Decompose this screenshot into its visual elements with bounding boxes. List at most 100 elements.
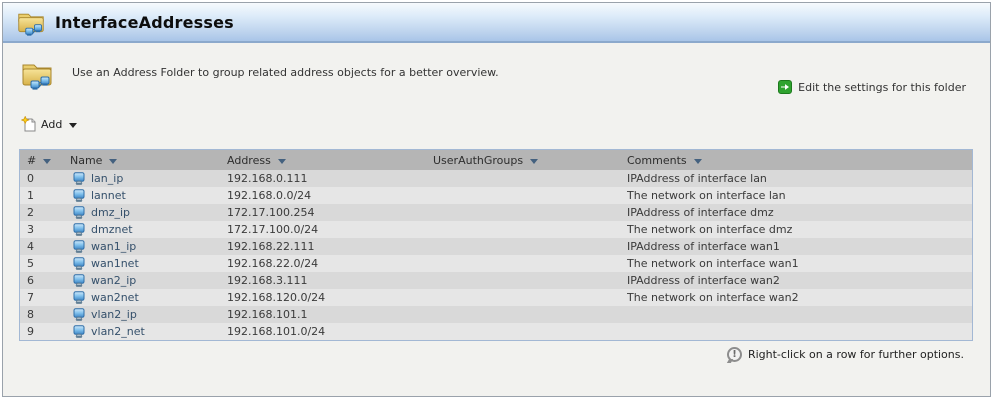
table-row[interactable]: 9 vlan2_net 192.168.101.0/24 bbox=[20, 323, 972, 340]
address-table-body: 0 lan_ip 192.168.0.111 IPAddress of inte… bbox=[20, 170, 972, 340]
edit-folder-settings-link[interactable]: Edit the settings for this folder bbox=[778, 80, 966, 94]
row-name: lannet bbox=[91, 189, 126, 202]
row-index: 4 bbox=[27, 240, 34, 253]
host-address-icon bbox=[73, 239, 85, 254]
row-comments: The network on interface lan bbox=[627, 189, 786, 202]
column-header-name[interactable]: Name bbox=[65, 150, 227, 170]
row-name-cell[interactable]: vlan2_net bbox=[65, 324, 227, 339]
row-address: 192.168.120.0/24 bbox=[227, 291, 326, 304]
row-name-cell[interactable]: wan2_ip bbox=[65, 273, 227, 288]
row-address: 192.168.0.111 bbox=[227, 172, 308, 185]
sort-down-icon[interactable] bbox=[109, 159, 118, 164]
column-header-name-label: Name bbox=[70, 153, 103, 167]
row-name: vlan2_net bbox=[91, 325, 145, 338]
column-header-num[interactable]: # bbox=[20, 150, 65, 170]
row-address: 192.168.0.0/24 bbox=[227, 189, 312, 202]
row-name-cell[interactable]: lan_ip bbox=[65, 171, 227, 186]
chevron-down-icon bbox=[69, 122, 78, 128]
interface-addresses-window: InterfaceAddresses Use an Address Folder… bbox=[2, 2, 991, 397]
row-address: 192.168.3.111 bbox=[227, 274, 308, 287]
row-name-cell[interactable]: dmz_ip bbox=[65, 205, 227, 220]
row-index: 9 bbox=[27, 325, 34, 338]
row-address: 192.168.101.0/24 bbox=[227, 325, 326, 338]
column-header-comments[interactable]: Comments bbox=[627, 150, 972, 170]
row-address: 192.168.22.111 bbox=[227, 240, 315, 253]
row-index: 2 bbox=[27, 206, 34, 219]
folder-network-icon bbox=[16, 8, 46, 37]
column-header-address[interactable]: Address bbox=[227, 150, 433, 170]
row-index: 3 bbox=[27, 223, 34, 236]
row-comments: IPAddress of interface dmz bbox=[627, 206, 774, 219]
table-row[interactable]: 4 wan1_ip 192.168.22.111 IPAddress of in… bbox=[20, 238, 972, 255]
table-row[interactable]: 2 dmz_ip 172.17.100.254 IPAddress of int… bbox=[20, 204, 972, 221]
sort-down-icon[interactable] bbox=[43, 159, 52, 164]
row-comments: IPAddress of interface wan2 bbox=[627, 274, 780, 287]
table-row[interactable]: 3 dmznet 172.17.100.0/24 The network on … bbox=[20, 221, 972, 238]
add-button[interactable]: Add bbox=[20, 115, 78, 132]
row-name: vlan2_ip bbox=[91, 308, 137, 321]
add-button-label: Add bbox=[41, 117, 63, 131]
sort-down-icon[interactable] bbox=[693, 159, 702, 164]
row-index: 1 bbox=[27, 189, 34, 202]
host-address-icon bbox=[73, 307, 85, 322]
row-name: dmznet bbox=[91, 223, 133, 236]
info-icon: ! bbox=[726, 347, 742, 362]
row-comments: IPAddress of interface lan bbox=[627, 172, 767, 185]
row-name-cell[interactable]: vlan2_ip bbox=[65, 307, 227, 322]
row-address: 192.168.22.0/24 bbox=[227, 257, 319, 270]
table-row[interactable]: 8 vlan2_ip 192.168.101.1 bbox=[20, 306, 972, 323]
row-name: wan2net bbox=[91, 291, 139, 304]
row-address: 172.17.100.254 bbox=[227, 206, 315, 219]
page-title: InterfaceAddresses bbox=[55, 12, 234, 32]
row-name-cell[interactable]: wan2net bbox=[65, 290, 227, 305]
host-address-icon bbox=[73, 188, 85, 203]
row-name: wan1net bbox=[91, 257, 139, 270]
row-address: 192.168.101.1 bbox=[227, 308, 308, 321]
row-name-cell[interactable]: dmznet bbox=[65, 222, 227, 237]
address-folder-icon bbox=[20, 58, 54, 91]
row-comments: The network on interface wan1 bbox=[627, 257, 799, 270]
sort-down-icon[interactable] bbox=[277, 159, 286, 164]
table-row[interactable]: 1 lannet 192.168.0.0/24 The network on i… bbox=[20, 187, 972, 204]
green-arrow-icon bbox=[778, 80, 793, 94]
row-index: 6 bbox=[27, 274, 34, 287]
address-table: # Name Address UserAuthGroups Comments 0… bbox=[19, 149, 973, 341]
column-header-comments-label: Comments bbox=[627, 153, 687, 167]
table-row[interactable]: 6 wan2_ip 192.168.3.111 IPAddress of int… bbox=[20, 272, 972, 289]
row-comments: The network on interface dmz bbox=[627, 223, 793, 236]
host-address-icon bbox=[73, 290, 85, 305]
host-address-icon bbox=[73, 273, 85, 288]
host-address-icon bbox=[73, 222, 85, 237]
folder-description: Use an Address Folder to group related a… bbox=[72, 66, 499, 79]
column-header-num-label: # bbox=[27, 153, 37, 167]
address-table-header: # Name Address UserAuthGroups Comments bbox=[20, 150, 972, 170]
right-click-note: ! Right-click on a row for further optio… bbox=[726, 347, 964, 362]
sort-down-icon[interactable] bbox=[530, 159, 539, 164]
host-address-icon bbox=[73, 256, 85, 271]
table-row[interactable]: 5 wan1net 192.168.22.0/24 The network on… bbox=[20, 255, 972, 272]
page-header: InterfaceAddresses bbox=[3, 3, 990, 43]
row-index: 0 bbox=[27, 172, 34, 185]
right-click-note-text: Right-click on a row for further options… bbox=[747, 348, 964, 361]
row-comments: The network on interface wan2 bbox=[627, 291, 799, 304]
column-header-userauthgroups-label: UserAuthGroups bbox=[433, 153, 524, 167]
edit-folder-settings-label: Edit the settings for this folder bbox=[798, 80, 966, 94]
row-index: 7 bbox=[27, 291, 34, 304]
row-name: wan2_ip bbox=[91, 274, 137, 287]
row-name: wan1_ip bbox=[91, 240, 137, 253]
table-row[interactable]: 7 wan2net 192.168.120.0/24 The network o… bbox=[20, 289, 972, 306]
folder-content: Use an Address Folder to group related a… bbox=[3, 43, 990, 394]
row-index: 8 bbox=[27, 308, 34, 321]
column-header-userauthgroups[interactable]: UserAuthGroups bbox=[433, 150, 627, 170]
table-row[interactable]: 0 lan_ip 192.168.0.111 IPAddress of inte… bbox=[20, 170, 972, 187]
row-name-cell[interactable]: lannet bbox=[65, 188, 227, 203]
row-name: dmz_ip bbox=[91, 206, 131, 219]
row-comments: IPAddress of interface wan1 bbox=[627, 240, 780, 253]
row-name-cell[interactable]: wan1net bbox=[65, 256, 227, 271]
host-address-icon bbox=[73, 324, 85, 339]
row-index: 5 bbox=[27, 257, 34, 270]
new-item-icon bbox=[20, 115, 36, 132]
host-address-icon bbox=[73, 205, 85, 220]
host-address-icon bbox=[73, 171, 85, 186]
row-name-cell[interactable]: wan1_ip bbox=[65, 239, 227, 254]
